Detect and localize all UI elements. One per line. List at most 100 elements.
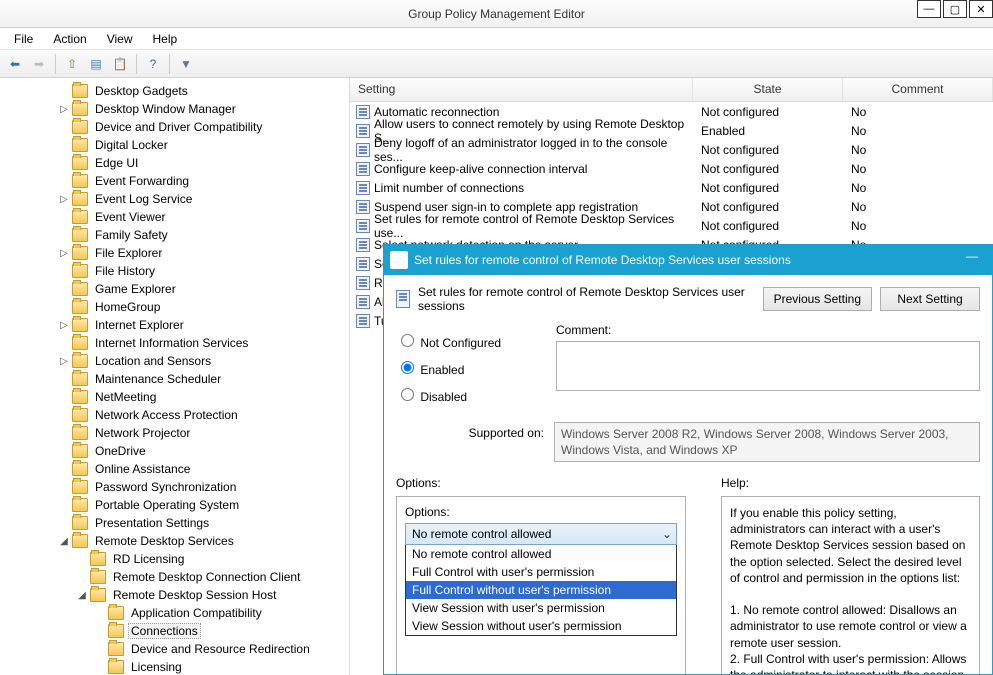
tree-item[interactable]: Device and Driver Compatibility [4, 118, 349, 136]
tree-item[interactable]: ▷Internet Explorer [4, 316, 349, 334]
tree-item[interactable]: RD Licensing [4, 550, 349, 568]
col-setting[interactable]: Setting [350, 78, 693, 101]
dialog-titlebar[interactable]: Set rules for remote control of Remote D… [384, 245, 992, 275]
up-button[interactable]: ⇧ [61, 53, 83, 75]
menu-help[interactable]: Help [143, 30, 188, 48]
tree-item[interactable]: Maintenance Scheduler [4, 370, 349, 388]
tree-item[interactable]: ▷Desktop Window Manager [4, 100, 349, 118]
tree-item[interactable]: ◢Remote Desktop Session Host [4, 586, 349, 604]
radio-enabled[interactable]: Enabled [396, 358, 546, 377]
tree-item[interactable]: Internet Information Services [4, 334, 349, 352]
back-button[interactable]: ⬅ [4, 53, 26, 75]
folder-icon [72, 156, 88, 170]
combo-option[interactable]: View Session without user's permission [406, 617, 676, 635]
folder-icon [108, 606, 124, 620]
tree-item[interactable]: HomeGroup [4, 298, 349, 316]
comment-textbox[interactable] [556, 341, 980, 391]
tree-item[interactable]: Network Projector [4, 424, 349, 442]
expand-icon[interactable]: ▷ [58, 104, 70, 115]
combo-option[interactable]: View Session with user's permission [406, 599, 676, 617]
menu-action[interactable]: Action [43, 30, 96, 48]
forward-button[interactable]: ➡ [28, 53, 50, 75]
tree-item[interactable]: Desktop Gadgets [4, 82, 349, 100]
setting-comment: No [843, 219, 993, 233]
tree-item[interactable]: Network Access Protection [4, 406, 349, 424]
tree-item[interactable]: Application Compatibility [4, 604, 349, 622]
minimize-button[interactable]: — [917, 0, 941, 18]
tree-item[interactable]: Event Forwarding [4, 172, 349, 190]
setting-state: Not configured [693, 143, 843, 157]
folder-icon [72, 354, 88, 368]
expand-icon[interactable]: ▷ [58, 248, 70, 259]
supported-on-label: Supported on: [396, 422, 544, 462]
close-button[interactable]: ✕ [969, 0, 993, 18]
col-state[interactable]: State [693, 78, 843, 101]
filter-button[interactable]: ▼ [175, 53, 197, 75]
tree-item-label: Network Projector [92, 425, 193, 441]
combo-option[interactable]: Full Control without user's permission [406, 581, 676, 599]
tree-item[interactable]: ▷File Explorer [4, 244, 349, 262]
tree-item[interactable]: NetMeeting [4, 388, 349, 406]
previous-setting-button[interactable]: Previous Setting [763, 287, 872, 311]
combo-option[interactable]: Full Control with user's permission [406, 563, 676, 581]
tree-item-label: Digital Locker [92, 137, 171, 153]
maximize-button[interactable]: ▢ [943, 0, 967, 18]
tree-panel[interactable]: Desktop Gadgets▷Desktop Window ManagerDe… [0, 78, 350, 675]
radio-disabled[interactable]: Disabled [396, 385, 546, 404]
combo-option[interactable]: No remote control allowed [406, 545, 676, 563]
tree-item[interactable]: Event Viewer [4, 208, 349, 226]
tree-item-label: Desktop Gadgets [92, 83, 191, 99]
export-list-button[interactable]: 📋 [109, 53, 131, 75]
tree-item-label: OneDrive [92, 443, 149, 459]
tree-item[interactable]: File History [4, 262, 349, 280]
tree-item[interactable]: Device and Resource Redirection [4, 640, 349, 658]
collapse-icon[interactable]: ◢ [58, 536, 70, 547]
expand-icon[interactable]: ▷ [58, 194, 70, 205]
setting-state: Not configured [693, 219, 843, 233]
folder-icon [72, 210, 88, 224]
settings-row[interactable]: Deny logoff of an administrator logged i… [350, 140, 993, 159]
options-combo-list[interactable]: No remote control allowedFull Control wi… [405, 545, 677, 636]
expand-icon[interactable]: ▷ [58, 320, 70, 331]
show-hide-tree-button[interactable]: ▤ [85, 53, 107, 75]
help-panel: If you enable this policy setting, admin… [721, 496, 980, 674]
tree-item[interactable]: Password Synchronization [4, 478, 349, 496]
tree-item[interactable]: Connections [4, 622, 349, 640]
dialog-minimize-button[interactable]: — [958, 245, 986, 267]
tree-item[interactable]: ◢Remote Desktop Services [4, 532, 349, 550]
tree-item[interactable]: Remote Desktop Connection Client [4, 568, 349, 586]
tree-item[interactable]: ▷Location and Sensors [4, 352, 349, 370]
tree-item[interactable]: Online Assistance [4, 460, 349, 478]
collapse-icon[interactable]: ◢ [76, 590, 88, 601]
tree-item[interactable]: Edge UI [4, 154, 349, 172]
tree-item[interactable]: Digital Locker [4, 136, 349, 154]
col-comment[interactable]: Comment [843, 78, 993, 101]
policy-icon [356, 124, 370, 138]
tree-item-label: NetMeeting [92, 389, 159, 405]
folder-icon [72, 318, 88, 332]
setting-comment: No [843, 162, 993, 176]
tree-item[interactable]: ▷Event Log Service [4, 190, 349, 208]
toolbar-divider [136, 54, 137, 74]
dialog-icon [390, 251, 408, 269]
policy-icon [356, 276, 370, 290]
tree-item[interactable]: Presentation Settings [4, 514, 349, 532]
folder-icon [72, 138, 88, 152]
radio-not-configured[interactable]: Not Configured [396, 331, 546, 350]
menubar: File Action View Help [0, 28, 993, 50]
tree-item[interactable]: Family Safety [4, 226, 349, 244]
settings-row[interactable]: Limit number of connectionsNot configure… [350, 178, 993, 197]
tree-item[interactable]: Game Explorer [4, 280, 349, 298]
menu-view[interactable]: View [97, 30, 143, 48]
tree-item[interactable]: Licensing [4, 658, 349, 675]
next-setting-button[interactable]: Next Setting [880, 287, 980, 311]
menu-file[interactable]: File [4, 30, 43, 48]
tree-item[interactable]: OneDrive [4, 442, 349, 460]
window-title: Group Policy Management Editor [408, 7, 585, 21]
tree-item[interactable]: Portable Operating System [4, 496, 349, 514]
options-combo[interactable]: No remote control allowed ⌄ [405, 523, 677, 545]
settings-row[interactable]: Set rules for remote control of Remote D… [350, 216, 993, 235]
help-button[interactable]: ? [142, 53, 164, 75]
settings-row[interactable]: Configure keep-alive connection interval… [350, 159, 993, 178]
expand-icon[interactable]: ▷ [58, 356, 70, 367]
